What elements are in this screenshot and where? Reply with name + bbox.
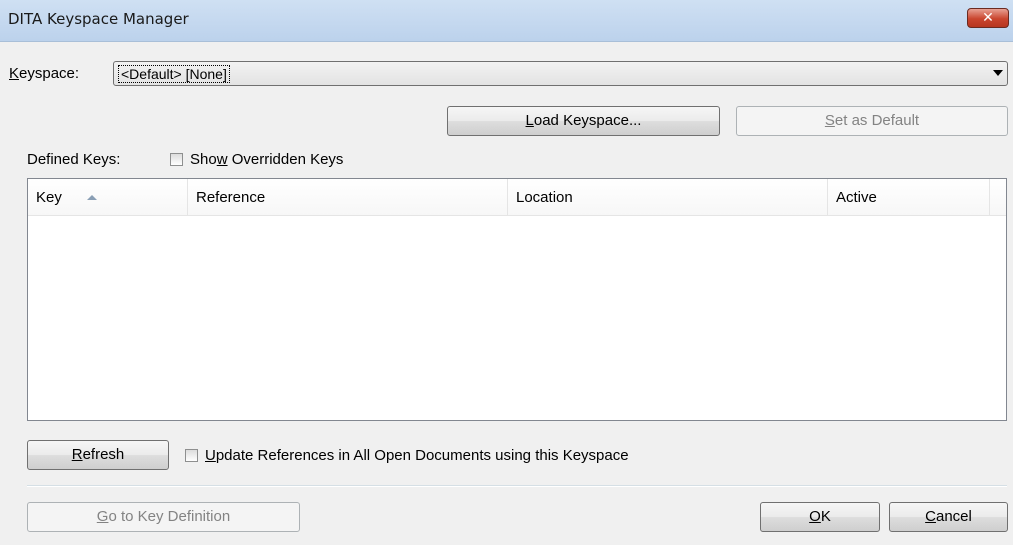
divider xyxy=(27,485,1007,487)
sort-ascending-icon xyxy=(87,195,97,200)
chevron-down-icon[interactable] xyxy=(993,70,1003,76)
defined-keys-label: Defined Keys: xyxy=(27,151,121,168)
cancel-button[interactable]: Cancel xyxy=(889,502,1008,532)
refresh-button[interactable]: Refresh xyxy=(27,440,169,470)
go-to-key-definition-button[interactable]: Go to Key Definition xyxy=(27,502,300,532)
close-icon: ✕ xyxy=(982,10,994,26)
table-header: Key Reference Location Active xyxy=(28,179,1006,216)
keyspace-dropdown[interactable]: <Default> [None] xyxy=(113,61,1008,86)
show-overridden-label[interactable]: Show Overridden Keys xyxy=(190,151,343,168)
defined-keys-table[interactable]: Key Reference Location Active xyxy=(27,178,1007,421)
show-overridden-checkbox[interactable] xyxy=(170,153,183,166)
ok-button[interactable]: OK xyxy=(760,502,880,532)
keyspace-dropdown-value: <Default> [None] xyxy=(118,65,230,83)
column-header-location[interactable]: Location xyxy=(508,179,828,215)
set-as-default-button[interactable]: Set as Default xyxy=(736,106,1008,136)
window-title: DITA Keyspace Manager xyxy=(8,10,189,28)
column-header-reference[interactable]: Reference xyxy=(188,179,508,215)
update-references-label[interactable]: Update References in All Open Documents … xyxy=(205,447,629,464)
column-header-active[interactable]: Active xyxy=(828,179,990,215)
column-header-key[interactable]: Key xyxy=(28,179,188,215)
keyspace-label: Keyspace: xyxy=(9,65,80,82)
title-bar: DITA Keyspace Manager ✕ xyxy=(0,0,1013,42)
load-keyspace-button[interactable]: Load Keyspace... xyxy=(447,106,720,136)
keyspace-manager-dialog: DITA Keyspace Manager ✕ Keyspace: <Defau… xyxy=(0,0,1013,545)
close-button[interactable]: ✕ xyxy=(967,8,1009,28)
update-references-checkbox[interactable] xyxy=(185,449,198,462)
